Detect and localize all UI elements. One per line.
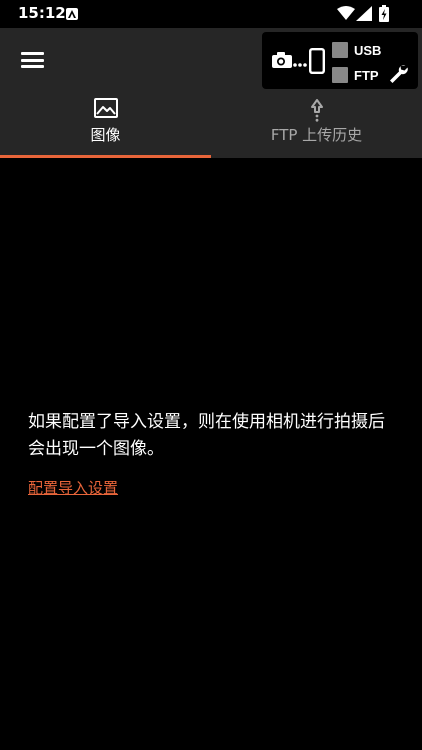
app-bar: USB FTP (0, 28, 422, 92)
usb-checkbox[interactable] (332, 42, 348, 58)
status-time: 15:12 (18, 4, 66, 22)
upload-icon (311, 99, 323, 122)
tab-bar: 图像 FTP 上传历史 (0, 92, 422, 158)
image-icon (94, 98, 118, 118)
status-bar: 15:12 (0, 0, 422, 28)
tab-ftp-upload-history[interactable]: FTP 上传历史 (211, 92, 422, 158)
usb-row: USB (332, 42, 381, 58)
app-notification-icon (66, 8, 78, 20)
tab-images[interactable]: 图像 (0, 92, 211, 158)
tab-label: 图像 (90, 126, 121, 144)
ftp-checkbox[interactable] (332, 67, 348, 83)
signal-icon (356, 6, 372, 21)
wifi-icon (337, 6, 355, 20)
empty-state-message: 如果配置了导入设置，则在使用相机进行拍摄后会出现一个图像。 (28, 412, 385, 459)
tab-indicator (0, 155, 211, 158)
phone-icon (309, 48, 325, 74)
tab-label: FTP 上传历史 (270, 126, 363, 144)
ftp-row: FTP (332, 67, 379, 83)
connection-dots-icon (293, 63, 307, 67)
configure-import-settings-link[interactable]: 配置导入设置 (28, 477, 118, 498)
wrench-icon[interactable] (388, 63, 408, 83)
camera-icon (272, 52, 292, 68)
battery-charging-icon (379, 5, 389, 22)
hamburger-menu-icon[interactable] (16, 46, 50, 74)
ftp-label: FTP (354, 67, 379, 83)
connection-panel: USB FTP (262, 32, 418, 89)
usb-label: USB (354, 42, 382, 58)
